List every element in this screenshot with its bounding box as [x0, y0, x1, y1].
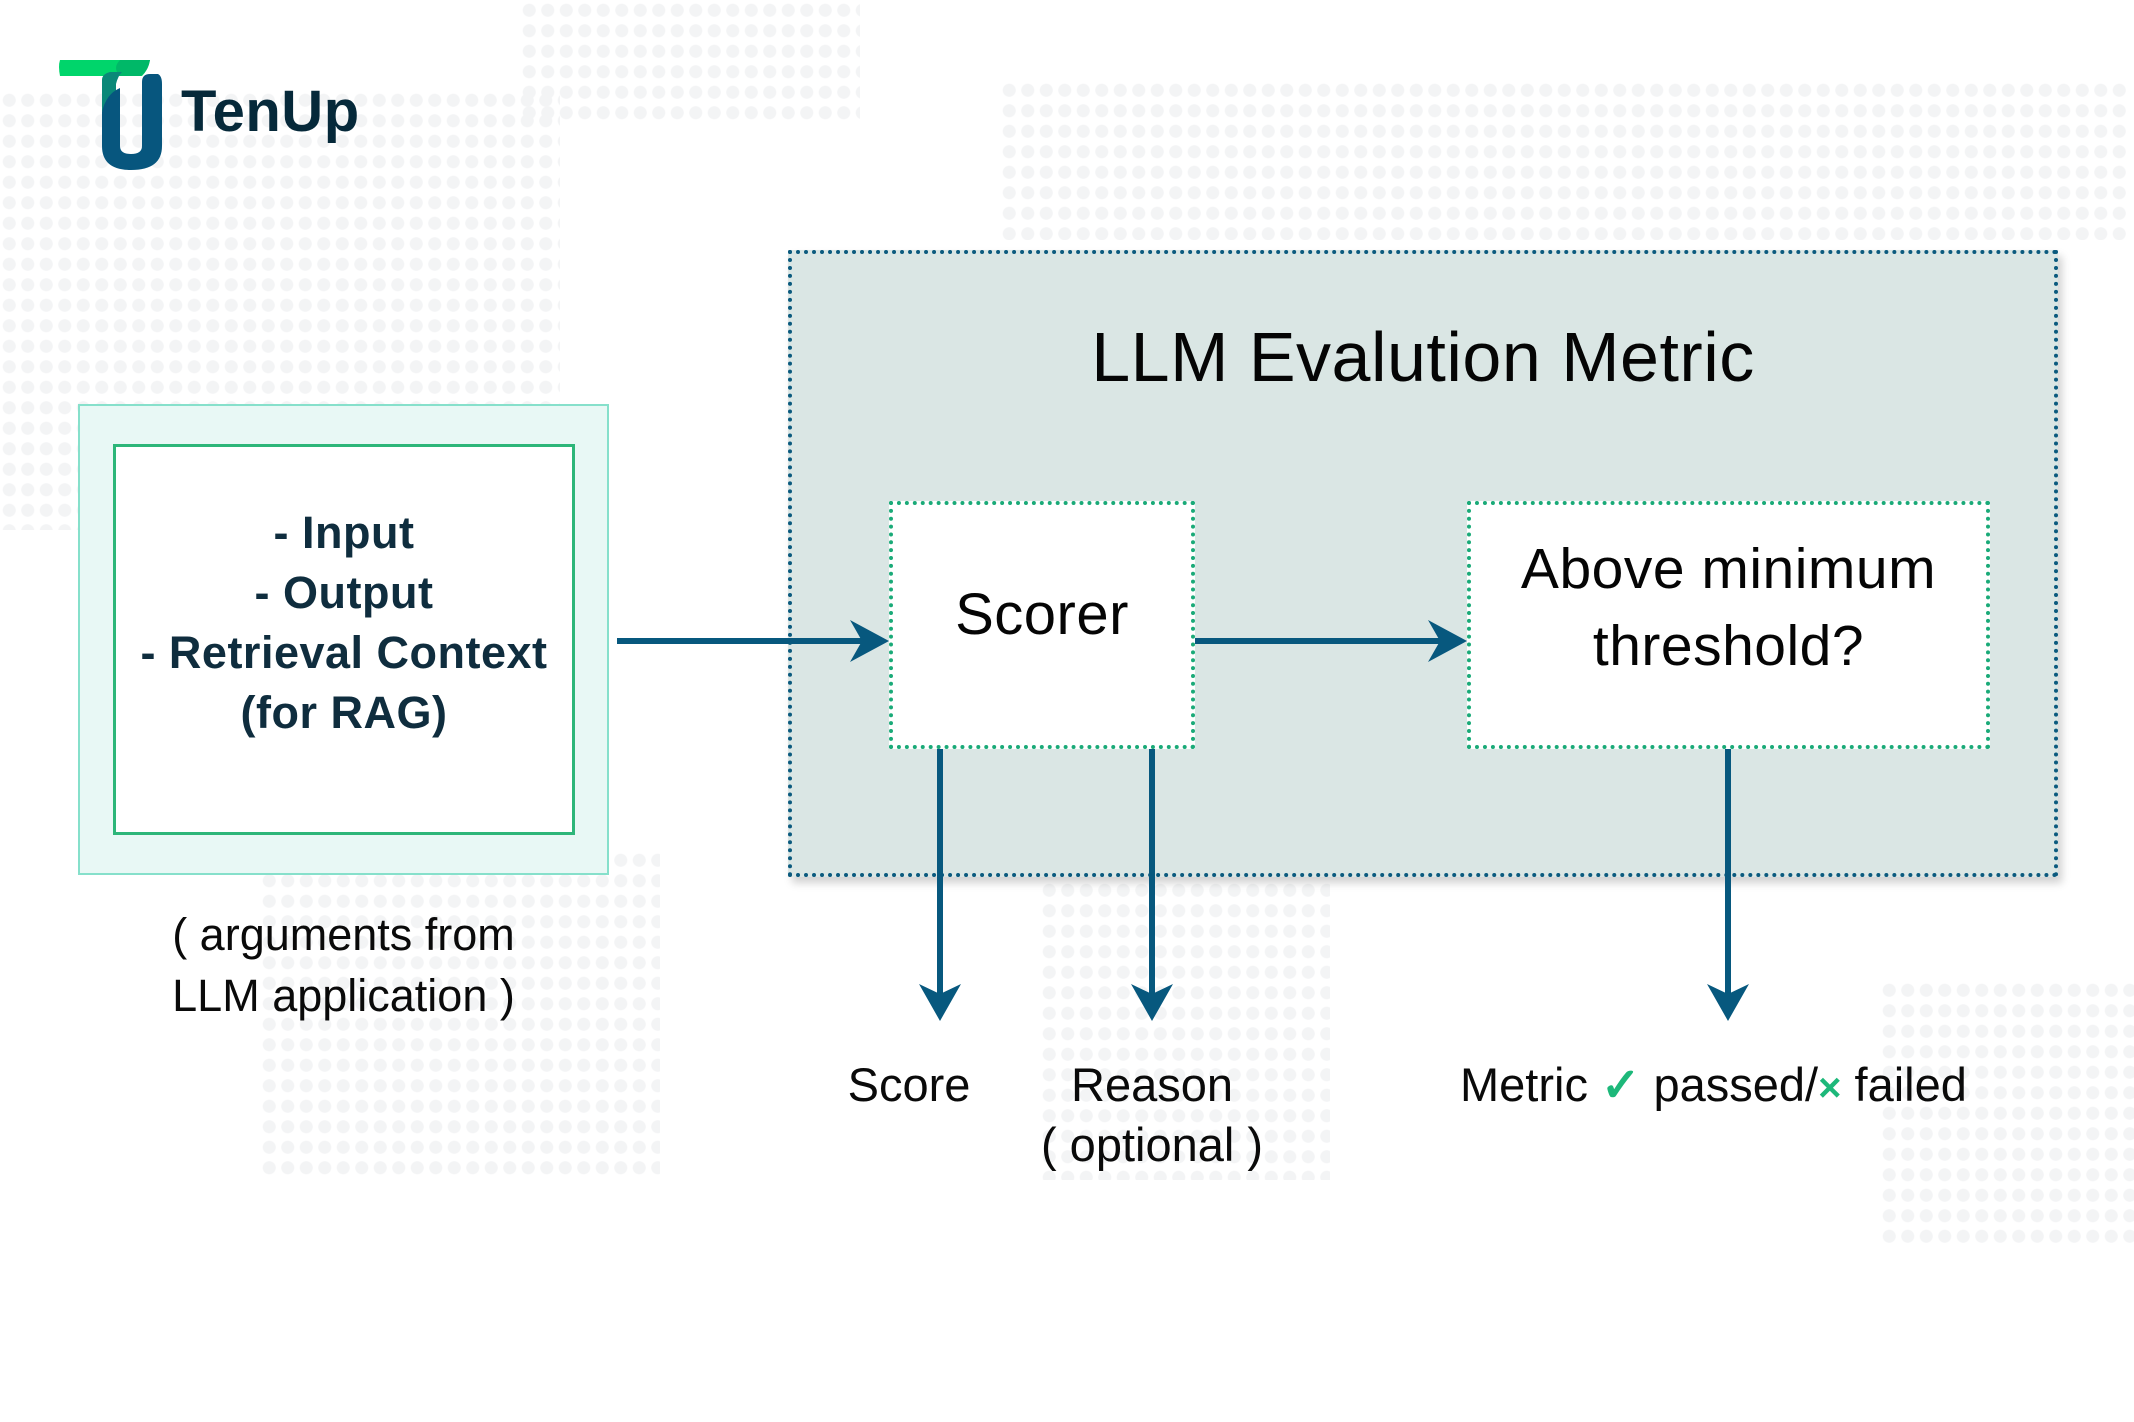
scorer-label: Scorer: [955, 581, 1129, 647]
check-icon: ✓: [1601, 1058, 1641, 1111]
reason-label: Reason: [1071, 1058, 1233, 1111]
scorer-box: Scorer: [889, 501, 1195, 749]
metric-result-label: Metric ✓ passed/× failed: [1460, 1055, 2000, 1118]
passed-label: passed/: [1653, 1058, 1819, 1111]
input-arguments-list: - Input - Output - Retrieval Context (fo…: [140, 503, 547, 743]
background-dot-pattern: [1000, 80, 2130, 240]
threshold-check-box: Above minimum threshold?: [1467, 501, 1990, 749]
caption-line: ( arguments from: [172, 909, 515, 960]
score-output-label: Score: [847, 1058, 971, 1111]
threshold-line: threshold?: [1592, 614, 1865, 678]
argument-output: - Output: [254, 566, 434, 618]
brand-name: TenUp: [181, 79, 360, 144]
input-caption: ( arguments from LLM application ): [100, 904, 587, 1026]
reason-output-label: Reason ( optional ): [1022, 1055, 1282, 1175]
metric-title: LLM Evalution Metric: [1091, 318, 1755, 396]
tenup-logo-icon: [59, 60, 162, 170]
cross-icon: ×: [1818, 1066, 1842, 1110]
threshold-line: Above minimum: [1520, 537, 1937, 601]
threshold-label: Above minimum threshold?: [1521, 531, 1936, 685]
reason-optional-note: ( optional ): [1040, 1118, 1264, 1171]
caption-line: LLM application ): [172, 970, 515, 1021]
argument-rag-note: (for RAG): [240, 686, 448, 738]
background-dot-pattern: [520, 0, 860, 120]
input-arguments-box: - Input - Output - Retrieval Context (fo…: [113, 444, 575, 835]
argument-input: - Input: [273, 506, 415, 558]
failed-label: failed: [1854, 1058, 1967, 1111]
argument-retrieval-context: - Retrieval Context: [140, 626, 548, 678]
metric-result-prefix: Metric: [1460, 1058, 1588, 1111]
